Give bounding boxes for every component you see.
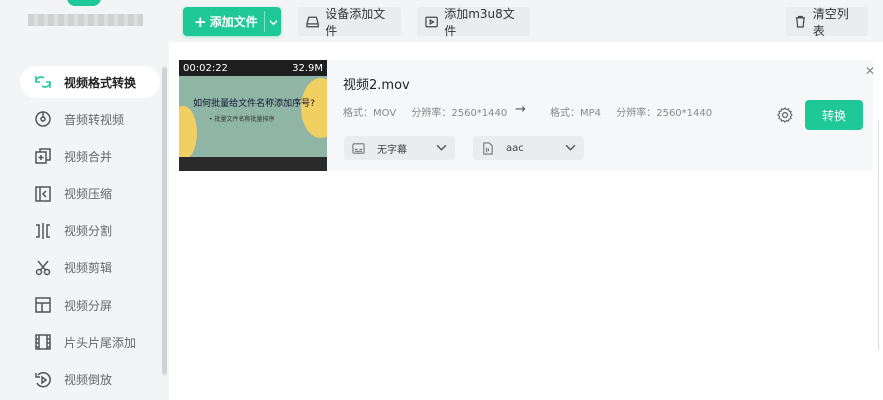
thumbnail-shape bbox=[179, 106, 197, 160]
thumbnail-info-bar: 00:02:22 32.9M bbox=[179, 60, 327, 76]
sidebar-item-video-edit[interactable]: 视频剪辑 bbox=[20, 252, 160, 284]
scissors-icon bbox=[34, 259, 52, 277]
source-meta: 格式：MOV 分辨率：2560*1440 bbox=[343, 104, 507, 119]
add-m3u8-file-button[interactable]: 添加m3u8文件 bbox=[417, 6, 530, 38]
video-size: 32.9M bbox=[292, 62, 323, 74]
source-format: MOV bbox=[373, 108, 397, 119]
account-name-blurred bbox=[28, 14, 143, 26]
sidebar-item-intro-outro-add[interactable]: 片头片尾添加 bbox=[20, 326, 160, 358]
toolbar: + 添加文件 设备添加文件 添加m3u8文件 清空列表 bbox=[169, 0, 883, 42]
clear-list-label: 清空列表 bbox=[812, 6, 849, 38]
window-edge bbox=[878, 120, 883, 350]
trash-icon bbox=[795, 15, 805, 28]
sidebar-item-video-split-screen[interactable]: 视频分屏 bbox=[20, 289, 160, 321]
file-name: 视频2.mov bbox=[343, 78, 410, 93]
add-file-button[interactable]: + 添加文件 bbox=[183, 7, 281, 36]
target-format: MP4 bbox=[580, 108, 602, 119]
audio-codec-select[interactable]: aac bbox=[473, 136, 584, 160]
source-resolution-label: 分辨率： bbox=[411, 108, 452, 119]
clear-list-button[interactable]: 清空列表 bbox=[786, 6, 868, 38]
sidebar-item-label: 片头片尾添加 bbox=[64, 335, 137, 350]
chevron-down-icon bbox=[436, 142, 447, 156]
sidebar-scrollbar-thumb[interactable] bbox=[162, 68, 167, 374]
split-icon bbox=[34, 222, 52, 240]
device-add-file-label: 设备添加文件 bbox=[325, 6, 386, 38]
sidebar-item-label: 视频格式转换 bbox=[64, 75, 137, 90]
chevron-down-icon[interactable] bbox=[269, 16, 278, 30]
reverse-play-icon bbox=[34, 371, 52, 389]
sidebar-item-video-format-convert[interactable]: 视频格式转换 bbox=[20, 66, 160, 98]
arrow-right-icon: → bbox=[515, 102, 526, 117]
source-format-label: 格式： bbox=[343, 108, 373, 119]
split-screen-icon bbox=[34, 296, 52, 314]
video-duration: 00:02:22 bbox=[183, 62, 228, 74]
sidebar-item-video-split[interactable]: 视频分割 bbox=[20, 215, 160, 247]
chevron-down-icon bbox=[565, 142, 576, 156]
sidebar-item-label: 视频剪辑 bbox=[64, 261, 113, 276]
sidebar-item-label: 视频压缩 bbox=[64, 187, 113, 202]
sidebar-item-label: 视频分屏 bbox=[64, 298, 113, 313]
subtitle-select[interactable]: 无字幕 bbox=[344, 136, 455, 160]
subtitle-icon bbox=[352, 142, 365, 154]
button-divider bbox=[264, 11, 265, 32]
sidebar-item-video-reverse[interactable]: 视频倒放 bbox=[20, 364, 160, 396]
convert-icon bbox=[34, 73, 52, 91]
add-m3u8-file-label: 添加m3u8文件 bbox=[444, 6, 515, 38]
sidebar-item-label: 视频倒放 bbox=[64, 373, 113, 387]
sidebar-nav: 视频格式转换 音频转视频 视频合并 视频压缩 视频分割 视频剪辑 视频分屏 片头… bbox=[20, 66, 160, 400]
sidebar-item-video-merge[interactable]: 视频合并 bbox=[20, 140, 160, 172]
gear-icon[interactable] bbox=[776, 106, 794, 124]
subtitle-select-value: 无字幕 bbox=[377, 144, 407, 156]
target-resolution: 2560*1440 bbox=[656, 108, 713, 119]
convert-button[interactable]: 转换 bbox=[805, 100, 863, 130]
sidebar-item-label: 视频合并 bbox=[64, 149, 113, 164]
film-icon bbox=[34, 333, 52, 351]
add-file-label: 添加文件 bbox=[209, 15, 258, 29]
source-resolution: 2560*1440 bbox=[451, 108, 508, 119]
app-logo bbox=[67, 0, 101, 6]
sidebar-item-label: 音频转视频 bbox=[64, 112, 125, 127]
target-resolution-label: 分辨率： bbox=[616, 108, 657, 119]
hard-drive-icon bbox=[306, 16, 319, 27]
file-card: 00:02:22 32.9M 如何批量给文件名称添加序号? • 批量文件名称批量… bbox=[179, 60, 875, 171]
audio-codec-value: aac bbox=[506, 142, 524, 154]
audio-file-icon bbox=[483, 141, 493, 155]
thumbnail-bottom-bar bbox=[179, 157, 327, 171]
close-icon[interactable]: ✕ bbox=[865, 64, 875, 78]
compress-icon bbox=[34, 185, 52, 203]
sidebar-item-label: 视频分割 bbox=[64, 224, 113, 239]
sidebar: 视频格式转换 音频转视频 视频合并 视频压缩 视频分割 视频剪辑 视频分屏 片头… bbox=[0, 0, 168, 400]
sidebar-item-video-compress[interactable]: 视频压缩 bbox=[20, 178, 160, 210]
thumbnail-subtext: • 批量文件名称批量排序 bbox=[209, 116, 275, 123]
target-meta[interactable]: 格式：MP4 分辨率：2560*1440 bbox=[550, 104, 712, 119]
main-panel: + 添加文件 设备添加文件 添加m3u8文件 清空列表 00:02:22 32.… bbox=[169, 0, 883, 400]
target-format-label: 格式： bbox=[550, 108, 580, 119]
device-add-file-button[interactable]: 设备添加文件 bbox=[298, 6, 401, 38]
video-thumbnail[interactable]: 00:02:22 32.9M 如何批量给文件名称添加序号? • 批量文件名称批量… bbox=[179, 60, 327, 171]
merge-icon bbox=[34, 147, 52, 165]
play-screen-icon bbox=[425, 16, 438, 27]
plus-icon: + bbox=[194, 12, 207, 31]
sidebar-item-audio-to-video[interactable]: 音频转视频 bbox=[20, 103, 160, 135]
thumbnail-headline: 如何批量给文件名称添加序号? bbox=[193, 99, 315, 109]
music-disc-icon bbox=[34, 110, 52, 128]
